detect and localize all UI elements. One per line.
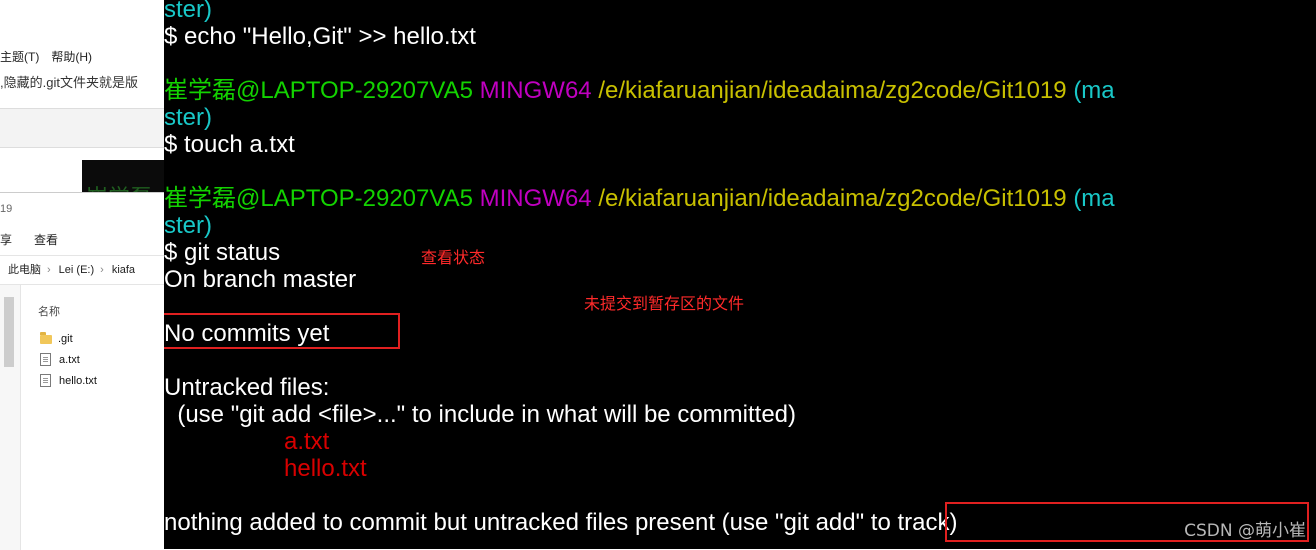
file-item[interactable]: .git (40, 331, 73, 345)
explorer-ribbon: 享 查看 (0, 231, 80, 248)
file-item[interactable]: hello.txt (40, 374, 97, 387)
annotation-uncommitted-files: 未提交到暂存区的文件 (584, 294, 745, 313)
terminal-line-output: (use "git add <file>..." to include in w… (164, 401, 797, 428)
terminal-line: ster) (164, 212, 212, 239)
explorer-toolbar (0, 108, 164, 148)
prompt-user: 崔学磊@LAPTOP-29207VA5 (164, 77, 473, 104)
git-add-hint: (use "git add" to track) (721, 509, 958, 536)
folder-icon (40, 331, 52, 344)
breadcrumb-drive[interactable]: Lei (E:) (59, 264, 94, 276)
terminal-prompt: 崔学磊@LAPTOP-29207VA5 MINGW64 /e/kiafaruan… (164, 185, 1115, 212)
breadcrumb-this-pc[interactable]: 此电脑 (8, 264, 41, 276)
prompt-path: /e/kiafaruanjian/ideadaima/zg2code/Git10… (598, 77, 1067, 104)
terminal-line-output: On branch master (164, 266, 357, 293)
column-header-name[interactable]: 名称 (38, 303, 60, 319)
text-file-icon (40, 374, 51, 387)
prompt-branch: (ma (1073, 77, 1115, 104)
chevron-right-icon: › (100, 264, 104, 276)
terminal-line-command: $ git status (164, 239, 281, 266)
nav-scrollbar[interactable] (4, 297, 14, 367)
git-bash-terminal[interactable]: ster) $ echo "Hello,Git" >> hello.txt 崔学… (164, 0, 1316, 549)
terminal-line-command: $ touch a.txt (164, 131, 295, 158)
csdn-watermark: CSDN @萌小崔 (1184, 521, 1306, 541)
ribbon-tab-share[interactable]: 享 (0, 233, 12, 247)
file-item[interactable]: a.txt (40, 353, 80, 366)
terminal-line-command: $ echo "Hello,Git" >> hello.txt (164, 23, 476, 50)
explorer-title: 19 (0, 203, 13, 215)
prompt-env: MINGW64 (479, 77, 592, 104)
prompt-path: /e/kiafaruanjian/ideadaima/zg2code/Git10… (598, 185, 1067, 212)
prompt-user: 崔学磊@LAPTOP-29207VA5 (164, 185, 473, 212)
explorer-menubar: 主题(T) 帮助(H) (0, 48, 104, 65)
terminal-prompt: 崔学磊@LAPTOP-29207VA5 MINGW64 /e/kiafaruan… (164, 77, 1115, 104)
explorer-window-front: 19 享查看 此电脑 › Lei (E:) › kiafa 名称 .git a.txt … (0, 192, 164, 550)
text-file-icon (40, 353, 51, 366)
highlight-box-no-commits (164, 313, 400, 349)
terminal-line: ster) (164, 104, 212, 131)
prompt-env: MINGW64 (479, 185, 592, 212)
terminal-line: ster) (164, 0, 212, 23)
file-name: .git (58, 333, 73, 345)
nothing-added-text: nothing added to commit but untracked fi… (164, 509, 722, 536)
chevron-right-icon: › (47, 264, 51, 276)
terminal-window-back: 崔学磊 (82, 160, 164, 210)
menu-item-help[interactable]: 帮助(H) (51, 50, 92, 64)
explorer-info-text: ,隐藏的.git文件夹就是版 (0, 75, 138, 90)
address-bar[interactable]: 此电脑 › Lei (E:) › kiafa (0, 255, 164, 285)
prompt-branch: (ma (1073, 185, 1115, 212)
ribbon-tab-view[interactable]: 查看 (34, 233, 58, 247)
terminal-line-output: nothing added to commit but untracked fi… (164, 509, 957, 536)
breadcrumb-folder[interactable]: kiafa (112, 264, 135, 276)
file-name: hello.txt (59, 374, 97, 387)
terminal-line-output: Untracked files: (164, 374, 330, 401)
menu-item-theme[interactable]: 主题(T) (0, 50, 39, 64)
annotation-view-status: 查看状态 (421, 248, 486, 267)
file-name: a.txt (59, 353, 80, 366)
untracked-file: a.txt (284, 428, 330, 455)
untracked-file: hello.txt (284, 455, 367, 482)
